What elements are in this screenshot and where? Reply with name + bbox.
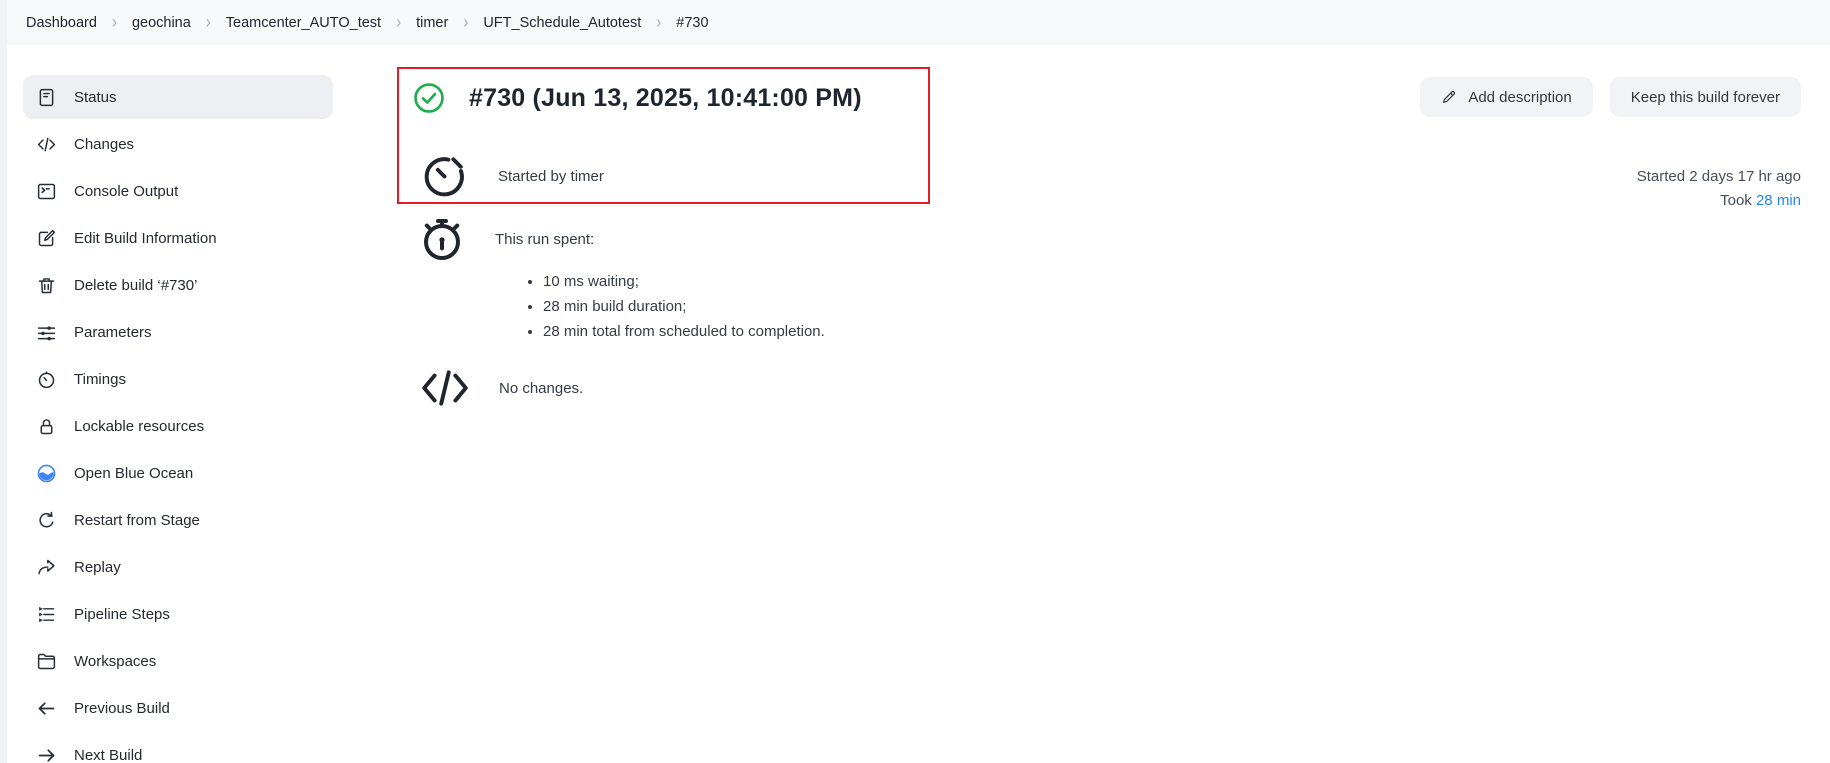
blue-ocean-icon: [36, 463, 57, 484]
breadcrumb-separator: ›: [396, 12, 401, 33]
sidebar-item-label: Open Blue Ocean: [74, 465, 193, 482]
sidebar-item-delete-build[interactable]: Delete build ‘#730’: [23, 263, 333, 307]
breadcrumb-separator: ›: [463, 12, 468, 33]
breadcrumb-build-number[interactable]: #730: [676, 15, 708, 31]
clock-icon: [36, 369, 57, 390]
add-description-button[interactable]: Add description: [1420, 77, 1592, 117]
sidebar-item-label: Delete build ‘#730’: [74, 277, 197, 294]
arrow-right-icon: [36, 745, 57, 763]
sidebar-item-label: Lockable resources: [74, 418, 204, 435]
run-spent-row: This run spent:: [418, 215, 594, 263]
add-description-label: Add description: [1468, 89, 1571, 106]
sidebar-item-edit-build-information[interactable]: Edit Build Information: [23, 216, 333, 260]
sidebar-item-label: Workspaces: [74, 653, 156, 670]
sidebar-item-label: Console Output: [74, 183, 178, 200]
trash-icon: [36, 275, 57, 296]
sidebar-item-restart-from-stage[interactable]: Restart from Stage: [23, 498, 333, 542]
sidebar-item-timings[interactable]: Timings: [23, 357, 333, 401]
sidebar-item-label: Pipeline Steps: [74, 606, 170, 623]
sidebar-item-replay[interactable]: Replay: [23, 545, 333, 589]
started-by-row: Started by timer: [421, 153, 604, 200]
breadcrumb-timer[interactable]: timer: [416, 15, 448, 31]
sidebar-item-label: Parameters: [74, 324, 152, 341]
page-edge-strip: [0, 0, 7, 763]
breadcrumb-separator: ›: [656, 12, 661, 33]
build-meta: Started 2 days 17 hr ago Took 28 min: [1637, 165, 1801, 213]
sliders-icon: [36, 322, 57, 343]
changes-summary-text: No changes.: [499, 380, 583, 397]
run-spent-item: 10 ms waiting;: [543, 273, 825, 290]
sidebar-item-open-blue-ocean[interactable]: Open Blue Ocean: [23, 451, 333, 495]
sidebar-item-pipeline-steps[interactable]: Pipeline Steps: [23, 592, 333, 636]
sidebar-item-previous-build[interactable]: Previous Build: [23, 686, 333, 730]
lock-icon: [36, 416, 57, 437]
took-label: Took: [1720, 192, 1752, 209]
sidebar-item-label: Status: [74, 89, 117, 106]
started-ago-text: Started 2 days 17 hr ago: [1637, 165, 1801, 189]
pipeline-steps-icon: [36, 604, 57, 625]
restart-icon: [36, 510, 57, 531]
took-duration-link[interactable]: 28 min: [1756, 192, 1801, 209]
status-document-icon: [36, 87, 57, 108]
run-spent-heading: This run spent:: [495, 231, 594, 248]
keep-build-forever-label: Keep this build forever: [1631, 89, 1780, 106]
sidebar-item-label: Previous Build: [74, 700, 170, 717]
success-check-icon: [412, 81, 446, 115]
sidebar-item-console-output[interactable]: Console Output: [23, 169, 333, 213]
timer-clock-icon: [421, 153, 468, 200]
replay-icon: [36, 557, 57, 578]
sidebar-item-label: Changes: [74, 136, 134, 153]
sidebar-item-label: Timings: [74, 371, 126, 388]
code-icon: [36, 134, 57, 155]
breadcrumb-uft-schedule-autotest[interactable]: UFT_Schedule_Autotest: [483, 15, 641, 31]
breadcrumb-teamcenter-auto-test[interactable]: Teamcenter_AUTO_test: [226, 15, 381, 31]
build-sidebar: Status Changes Console Output Edit Build…: [23, 75, 333, 763]
breadcrumb-separator: ›: [112, 12, 117, 33]
build-actions: Add description Keep this build forever: [1420, 77, 1801, 117]
folder-icon: [36, 651, 57, 672]
jenkins-build-page: Dashboard › geochina › Teamcenter_AUTO_t…: [0, 0, 1830, 763]
sidebar-item-workspaces[interactable]: Workspaces: [23, 639, 333, 683]
sidebar-item-label: Replay: [74, 559, 121, 576]
terminal-icon: [36, 181, 57, 202]
build-header: #730 (Jun 13, 2025, 10:41:00 PM): [412, 81, 862, 115]
code-changes-icon: [418, 365, 472, 411]
sidebar-item-next-build[interactable]: Next Build: [23, 733, 333, 763]
changes-row: No changes.: [418, 365, 583, 411]
pencil-icon: [1441, 89, 1457, 105]
sidebar-item-lockable-resources[interactable]: Lockable resources: [23, 404, 333, 448]
sidebar-item-label: Restart from Stage: [74, 512, 200, 529]
sidebar-item-status[interactable]: Status: [23, 75, 333, 119]
took-line: Took 28 min: [1637, 189, 1801, 213]
sidebar-item-parameters[interactable]: Parameters: [23, 310, 333, 354]
started-by-text: Started by timer: [498, 168, 604, 185]
breadcrumb-separator: ›: [206, 12, 211, 33]
run-spent-item: 28 min build duration;: [543, 298, 825, 315]
breadcrumb-geochina[interactable]: geochina: [132, 15, 191, 31]
edit-icon: [36, 228, 57, 249]
breadcrumb-bar: Dashboard › geochina › Teamcenter_AUTO_t…: [7, 0, 1830, 45]
arrow-left-icon: [36, 698, 57, 719]
breadcrumb: Dashboard › geochina › Teamcenter_AUTO_t…: [26, 14, 709, 31]
run-spent-list: 10 ms waiting; 28 min build duration; 28…: [543, 273, 825, 348]
build-title: #730 (Jun 13, 2025, 10:41:00 PM): [469, 84, 862, 113]
sidebar-item-changes[interactable]: Changes: [23, 122, 333, 166]
keep-build-forever-button[interactable]: Keep this build forever: [1610, 77, 1801, 117]
breadcrumb-dashboard[interactable]: Dashboard: [26, 15, 97, 31]
sidebar-item-label: Edit Build Information: [74, 230, 217, 247]
run-spent-item: 28 min total from scheduled to completio…: [543, 323, 825, 340]
stopwatch-icon: [418, 215, 466, 263]
sidebar-item-label: Next Build: [74, 747, 142, 763]
